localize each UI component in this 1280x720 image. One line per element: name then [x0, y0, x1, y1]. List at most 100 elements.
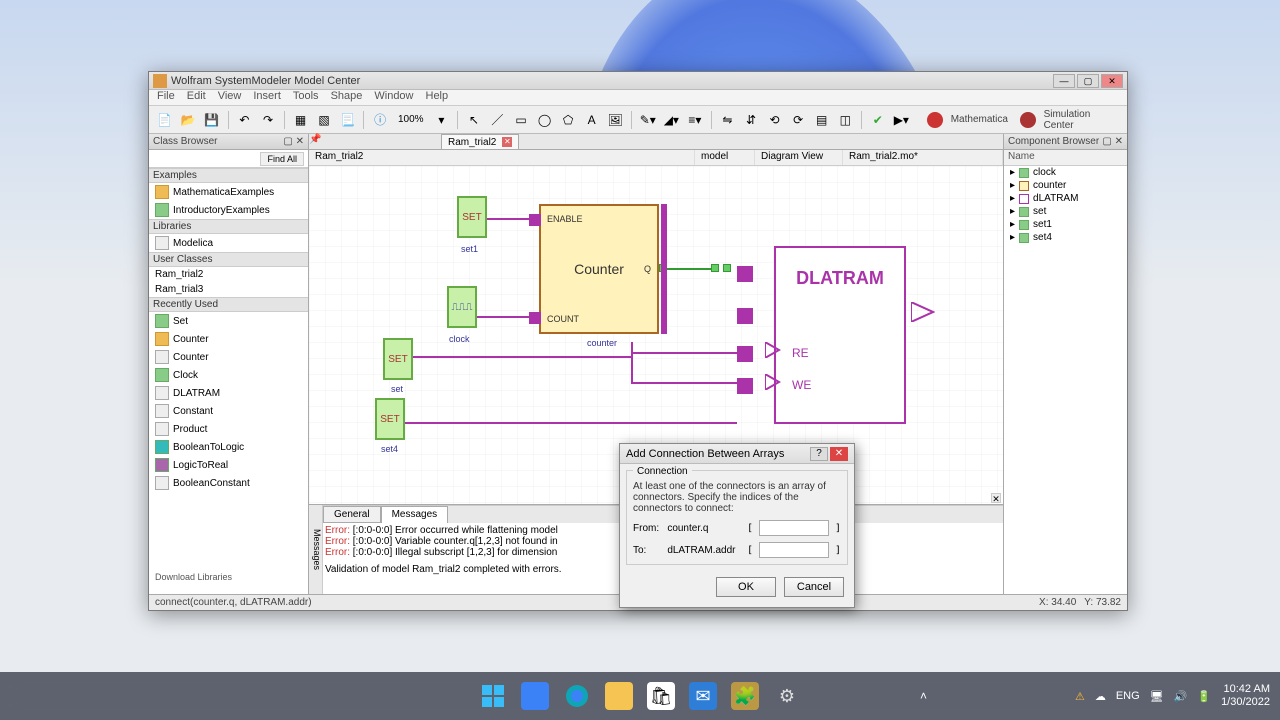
onedrive-icon[interactable]: ⚠ [1075, 690, 1085, 703]
tray-overflow-icon[interactable]: ˄ [920, 689, 927, 703]
open-icon[interactable]: 📂 [179, 110, 199, 130]
polygon-icon[interactable]: ⬠ [558, 110, 578, 130]
text-icon[interactable]: A [582, 110, 602, 130]
recent-booleantologic[interactable]: BooleanToLogic [149, 438, 308, 456]
save-icon[interactable]: 💾 [202, 110, 222, 130]
download-libraries-link[interactable]: Download Libraries [155, 572, 232, 582]
menu-tools[interactable]: Tools [293, 90, 319, 105]
comp-clock[interactable]: ▸clock [1004, 166, 1127, 179]
flip-v-icon[interactable]: ⇵ [741, 110, 761, 130]
pin-icon[interactable]: 📌 [309, 134, 321, 149]
start-icon[interactable] [479, 682, 507, 710]
clock[interactable]: 10:42 AM 1/30/2022 [1221, 683, 1270, 709]
class-mathematicaexamples[interactable]: MathematicaExamples [149, 183, 308, 201]
comp-set4[interactable]: ▸set4 [1004, 231, 1127, 244]
image-icon[interactable]: 🖼 [605, 110, 625, 130]
comp-set[interactable]: ▸set [1004, 205, 1127, 218]
recent-counter[interactable]: Counter [149, 330, 308, 348]
recent-clock[interactable]: Clock [149, 366, 308, 384]
taskview-icon[interactable] [521, 682, 549, 710]
modeler-icon[interactable]: 🧩 [731, 682, 759, 710]
view1-icon[interactable]: ▦ [291, 110, 311, 130]
port-data[interactable] [737, 308, 753, 324]
rotate-r-icon[interactable]: ⟳ [788, 110, 808, 130]
block-clock[interactable]: ⎍⎍⎍ [447, 286, 477, 328]
ellipse-icon[interactable]: ◯ [535, 110, 555, 130]
language-indicator[interactable]: ENG [1116, 690, 1140, 702]
rect-icon[interactable]: ▭ [511, 110, 531, 130]
redo-icon[interactable]: ↷ [258, 110, 278, 130]
block-dlatram[interactable]: DLATRAM RE WE [774, 246, 906, 424]
tab-messages[interactable]: Messages [381, 506, 449, 523]
recent-dlatram[interactable]: DLATRAM [149, 384, 308, 402]
menu-file[interactable]: File [157, 90, 175, 105]
block-set4[interactable]: SET [375, 398, 405, 440]
new-icon[interactable]: 📄 [155, 110, 175, 130]
minimize-button[interactable]: — [1053, 74, 1075, 88]
menu-insert[interactable]: Insert [253, 90, 281, 105]
explorer-icon[interactable] [605, 682, 633, 710]
from-index-input[interactable] [759, 520, 829, 536]
menu-window[interactable]: Window [374, 90, 413, 105]
port-re[interactable] [737, 346, 753, 362]
class-ramtrial3[interactable]: Ram_trial3 [149, 282, 308, 297]
section-libraries[interactable]: Libraries [149, 219, 308, 234]
comp-counter[interactable]: ▸counter [1004, 179, 1127, 192]
view2-icon[interactable]: ▧ [314, 110, 334, 130]
line-icon[interactable]: ／ [488, 110, 508, 130]
simcenter-link[interactable]: Simulation Center [1044, 109, 1122, 131]
port-we[interactable] [737, 378, 753, 394]
flip-h-icon[interactable]: ⇋ [718, 110, 738, 130]
port-addr[interactable] [737, 266, 753, 282]
zoom-level[interactable]: 100% [394, 114, 428, 125]
validate-icon[interactable]: ✔ [868, 110, 888, 130]
recent-booleanconstant[interactable]: BooleanConstant [149, 474, 308, 492]
simcenter-icon[interactable] [1020, 112, 1036, 128]
menu-shape[interactable]: Shape [331, 90, 363, 105]
cancel-button[interactable]: Cancel [784, 577, 844, 597]
recent-logictoreal[interactable]: LogicToReal [149, 456, 308, 474]
comp-set1[interactable]: ▸set1 [1004, 218, 1127, 231]
rotate-l-icon[interactable]: ⟲ [765, 110, 785, 130]
mathematica-link[interactable]: Mathematica [951, 114, 1008, 125]
dialog-help-icon[interactable]: ? [810, 447, 828, 461]
edge-icon[interactable] [563, 682, 591, 710]
recent-set[interactable]: Set [149, 312, 308, 330]
mathematica-icon[interactable] [927, 112, 943, 128]
group-icon[interactable]: ◫ [835, 110, 855, 130]
recent-constant[interactable]: Constant [149, 402, 308, 420]
volume-icon[interactable]: 🔊 [1174, 690, 1188, 703]
tab-ramtrial2[interactable]: Ram_trial2 ✕ [441, 134, 519, 149]
menu-help[interactable]: Help [426, 90, 449, 105]
info-icon[interactable]: ⓘ [370, 110, 390, 130]
battery-icon[interactable]: 🔋 [1197, 690, 1211, 703]
recent-product[interactable]: Product [149, 420, 308, 438]
fill-color-icon[interactable]: ◢▾ [662, 110, 682, 130]
settings-icon[interactable]: ⚙ [773, 682, 801, 710]
recent-counter2[interactable]: Counter [149, 348, 308, 366]
menu-edit[interactable]: Edit [187, 90, 206, 105]
cloud-icon[interactable]: ☁ [1095, 690, 1106, 703]
align-icon[interactable]: ▤ [812, 110, 832, 130]
section-userclasses[interactable]: User Classes [149, 252, 308, 267]
store-icon[interactable]: 🛍 [647, 682, 675, 710]
comp-dlatram[interactable]: ▸dLATRAM [1004, 192, 1127, 205]
network-icon[interactable]: 🖥 [1150, 690, 1164, 703]
block-set[interactable]: SET [383, 338, 413, 380]
tab-general[interactable]: General [323, 506, 381, 523]
maximize-button[interactable]: ▢ [1077, 74, 1099, 88]
class-modelica[interactable]: Modelica [149, 234, 308, 252]
pointer-icon[interactable]: ↖ [464, 110, 484, 130]
block-counter[interactable]: Counter ENABLE COUNT Q [539, 204, 659, 334]
dialog-close-icon[interactable]: ✕ [830, 447, 848, 461]
mail-icon[interactable]: ✉ [689, 682, 717, 710]
messages-close-icon[interactable]: ✕ [991, 493, 1001, 503]
undo-icon[interactable]: ↶ [235, 110, 255, 130]
pen-color-icon[interactable]: ✎▾ [638, 110, 658, 130]
run-icon[interactable]: ▶▾ [892, 110, 912, 130]
tab-close-icon[interactable]: ✕ [502, 137, 512, 147]
zoom-dd-icon[interactable]: ▾ [432, 110, 452, 130]
doc-icon[interactable]: 📃 [338, 110, 358, 130]
to-index-input[interactable] [759, 542, 829, 558]
class-ramtrial2[interactable]: Ram_trial2 [149, 267, 308, 282]
